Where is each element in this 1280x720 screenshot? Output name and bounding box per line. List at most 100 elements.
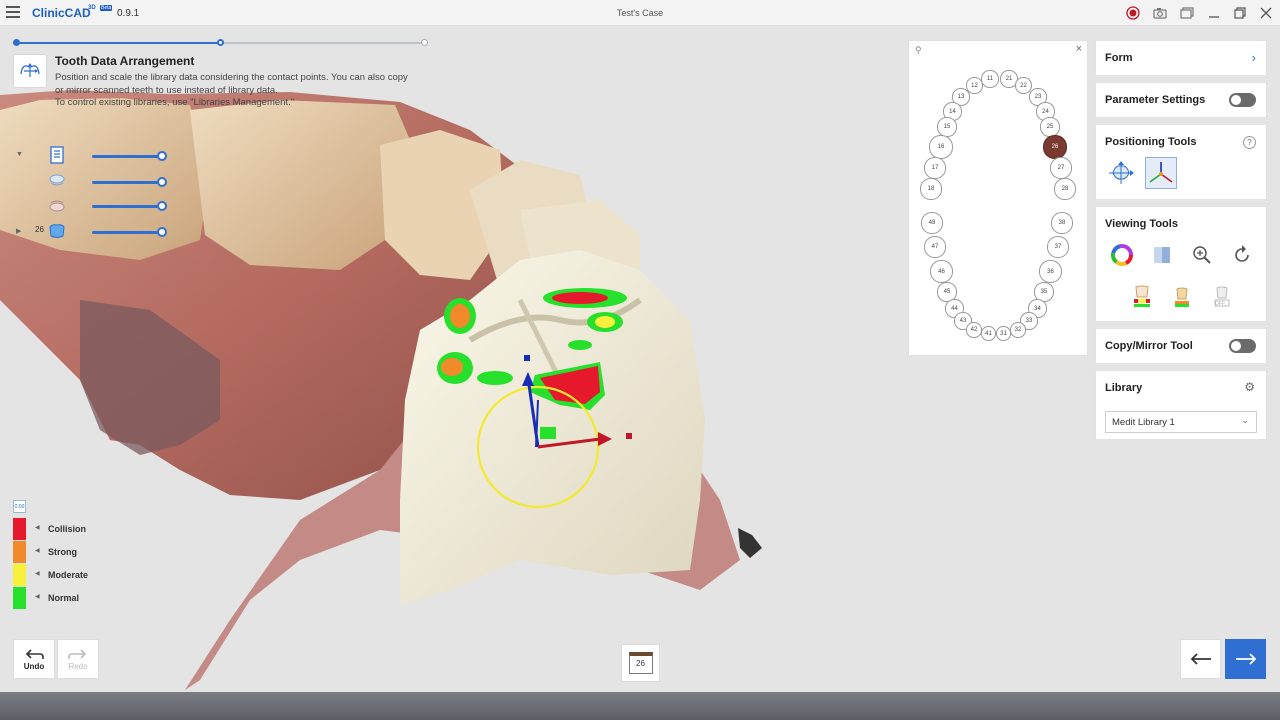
chevron-right-icon[interactable]: ›	[1252, 50, 1256, 65]
undo-button[interactable]: Undo	[13, 639, 55, 679]
tooth-11[interactable]: 11	[981, 70, 999, 88]
legend-settings-icon[interactable]: 0.00	[13, 500, 26, 513]
zoom-in-icon	[1193, 246, 1211, 264]
restore-icon[interactable]	[1231, 4, 1249, 22]
minimize-icon[interactable]	[1205, 4, 1223, 22]
tooth-26[interactable]: 26	[1043, 135, 1067, 159]
tooth-31[interactable]: 31	[996, 326, 1011, 341]
slider-track[interactable]	[92, 201, 167, 211]
expand-caret-icon[interactable]: ▶	[16, 227, 21, 235]
slider-track[interactable]	[92, 151, 167, 161]
redo-icon	[68, 648, 87, 659]
close-chart-icon[interactable]: ×	[1076, 43, 1082, 55]
redo-button[interactable]: Redo	[57, 639, 99, 679]
tooth-36[interactable]: 36	[1039, 260, 1062, 283]
step-progress	[13, 39, 428, 46]
slider-tooth-26[interactable]: ▶ 26	[14, 222, 167, 242]
legend-item-strong[interactable]: ◀ Strong	[13, 541, 113, 563]
tooth-16[interactable]: 16	[929, 135, 953, 159]
tooth-number-chip[interactable]: 26	[621, 644, 660, 682]
tooth-17[interactable]: 17	[924, 157, 946, 179]
tooth-42[interactable]: 42	[966, 322, 982, 338]
form-card[interactable]: Form ›	[1095, 40, 1267, 76]
occlusion-upper-icon	[1134, 285, 1150, 307]
record-icon[interactable]	[1124, 4, 1142, 22]
next-step-button[interactable]	[1225, 639, 1266, 679]
reset-view-button[interactable]	[1226, 239, 1258, 271]
tooth-chart-panel: ⚲ × 11 21 12 22 13 23 14 24 15 25 16 26 …	[908, 40, 1088, 356]
tooth-18[interactable]: 18	[920, 178, 942, 200]
tooth-38[interactable]: 38	[1051, 212, 1073, 234]
form-label: Form	[1105, 52, 1133, 64]
free-move-tool-button[interactable]	[1105, 157, 1137, 189]
slider-knob[interactable]	[157, 227, 167, 237]
copy-mirror-label: Copy/Mirror Tool	[1105, 340, 1193, 352]
parameter-settings-card: Parameter Settings	[1095, 82, 1267, 118]
viewing-tools-card: Viewing Tools OFF	[1095, 206, 1267, 322]
axis-gizmo-tool-button[interactable]	[1145, 157, 1177, 189]
legend-swatch	[13, 541, 26, 563]
rotate-icon	[1235, 245, 1249, 262]
slider-track[interactable]	[92, 227, 167, 237]
close-icon[interactable]	[1257, 4, 1275, 22]
legend-item-normal[interactable]: ◀ Normal	[13, 587, 113, 609]
tooth-48[interactable]: 48	[921, 212, 943, 234]
parameter-settings-toggle[interactable]	[1229, 93, 1256, 107]
help-icon[interactable]: ?	[1243, 136, 1256, 149]
3d-viewport[interactable]	[0, 26, 1280, 692]
tooth-25[interactable]: 25	[1040, 117, 1060, 137]
legend-item-collision[interactable]: ◀ Collision	[13, 518, 113, 540]
tooth-28[interactable]: 28	[1054, 178, 1076, 200]
tooth-arrangement-icon	[13, 54, 47, 88]
tooth-46[interactable]: 46	[930, 260, 953, 283]
step-dot-2[interactable]	[217, 39, 224, 46]
chevron-down-icon: ⌄	[1241, 415, 1249, 425]
occlusion-lower-icon	[1175, 287, 1189, 307]
legend-label: Moderate	[48, 570, 89, 580]
slider-knob[interactable]	[157, 177, 167, 187]
camera-icon[interactable]	[1151, 4, 1169, 22]
previous-step-button[interactable]	[1180, 639, 1221, 679]
viewing-tools-label: Viewing Tools	[1105, 218, 1178, 230]
tooth-41[interactable]: 41	[981, 326, 996, 341]
pin-icon[interactable]: ⚲	[915, 45, 922, 56]
title-bar: ClinicCAD 3D Beta 0.9.1 Test's Case	[0, 0, 1280, 26]
transparency-button[interactable]	[1146, 239, 1178, 271]
window-title: Test's Case	[616, 8, 664, 18]
step-dot-1[interactable]	[13, 39, 20, 46]
color-map-button[interactable]	[1106, 239, 1138, 271]
redo-label: Redo	[68, 661, 88, 671]
slider-lower-jaw[interactable]	[14, 196, 167, 216]
slider-knob[interactable]	[157, 151, 167, 161]
library-card: Library ⚙ Medit Library 1 ⌄	[1095, 370, 1267, 440]
arrow-left-icon	[1190, 653, 1211, 665]
collapse-caret-icon[interactable]: ▼	[16, 151, 23, 158]
taskbar-strip	[0, 692, 1280, 720]
tooth-27[interactable]: 27	[1050, 157, 1072, 179]
zoom-button[interactable]	[1186, 239, 1218, 271]
library-select[interactable]: Medit Library 1 ⌄	[1105, 411, 1257, 433]
slider-track[interactable]	[92, 177, 167, 187]
copy-mirror-toggle[interactable]	[1229, 339, 1256, 353]
slider-upper-jaw[interactable]	[14, 172, 167, 192]
slider-scan-document[interactable]: ▼	[14, 146, 167, 166]
slider-knob[interactable]	[157, 201, 167, 211]
dental-scene[interactable]	[0, 26, 1280, 692]
screen-capture-icon[interactable]	[1178, 4, 1196, 22]
legend-item-moderate[interactable]: ◀ Moderate	[13, 564, 113, 586]
tooth-37[interactable]: 37	[1047, 236, 1069, 258]
contact-off-button[interactable]: OFF	[1206, 281, 1238, 313]
step-description: Position and scale the library data cons…	[55, 72, 415, 110]
step-dot-3[interactable]	[421, 39, 428, 46]
legend-swatch	[13, 518, 26, 540]
legend-swatch	[13, 587, 26, 609]
gear-icon[interactable]: ⚙	[1244, 380, 1255, 394]
step-description-main: Position and scale the library data cons…	[55, 72, 408, 96]
tooth-47[interactable]: 47	[924, 236, 946, 258]
contact-lower-button[interactable]	[1166, 281, 1198, 313]
tooth-32[interactable]: 32	[1010, 322, 1026, 338]
undo-label: Undo	[23, 661, 45, 671]
tooth-15[interactable]: 15	[937, 117, 957, 137]
step-title: Tooth Data Arrangement	[55, 54, 195, 68]
contact-upper-button[interactable]	[1126, 281, 1158, 313]
